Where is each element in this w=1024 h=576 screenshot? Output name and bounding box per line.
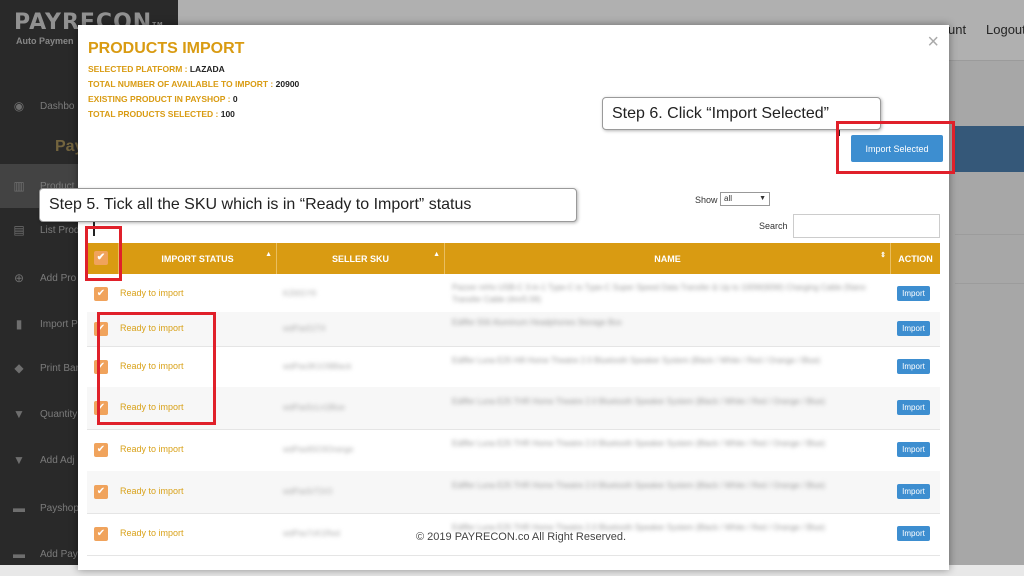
import-button[interactable]: Import xyxy=(897,400,930,415)
column-action: ACTION xyxy=(898,253,933,264)
column-import-status[interactable]: IMPORT STATUS ▲ xyxy=(119,243,277,274)
footer-copyright: © 2019 PAYRECON.co All Right Reserved. xyxy=(416,531,627,543)
product-name-text: Ediffer Luna E25 THR Home Theatre 2.0 Bl… xyxy=(452,481,826,490)
step5-callout: Step 5. Tick all the SKU which is in “Re… xyxy=(39,188,577,222)
table-row: ✔ Ready to import K2001Y9 Pazzer mHo USB-C … xyxy=(87,275,940,313)
seller-sku-text: K2001Y9 xyxy=(283,288,316,298)
import-button[interactable]: Import xyxy=(897,285,930,301)
seller-sku-text: wdPas5rT2rO xyxy=(283,487,333,496)
seller-sku-text: wdPas51T4 xyxy=(283,324,326,333)
search-label: Search xyxy=(759,221,788,231)
seller-sku-text: wdPas65O3Orange xyxy=(283,445,354,454)
chevron-down-icon: ▼ xyxy=(759,195,766,202)
sort-icon: ▲ xyxy=(265,251,272,258)
existing-product-info: EXISTING PRODUCT IN PAYSHOP : 0 xyxy=(88,94,238,104)
row-checkbox[interactable]: ✔ xyxy=(94,527,108,541)
highlight-select-all xyxy=(85,226,122,281)
import-status-text: Ready to import xyxy=(120,287,184,298)
highlight-import-selected xyxy=(836,121,955,174)
total-available-info: TOTAL NUMBER OF AVAILABLE TO IMPORT : 20… xyxy=(88,79,300,89)
import-status-text: Ready to import xyxy=(120,444,184,454)
close-icon[interactable]: × xyxy=(927,32,939,52)
table-row: ✔ Ready to import wdPas5rT2rO Ediffer Luna … xyxy=(87,471,940,514)
sort-icon: ▲ xyxy=(433,251,440,258)
table-row: ✔ Ready to import wdPas65O3Orange Ediffer L… xyxy=(87,429,940,472)
row-checkbox[interactable]: ✔ xyxy=(94,485,108,499)
import-button[interactable]: Import xyxy=(897,484,930,499)
import-status-text: Ready to import xyxy=(120,486,184,496)
search-input[interactable] xyxy=(793,214,940,238)
product-name-text: Ediffer Luna E25 THR Home Theatre 2.0 Bl… xyxy=(452,439,826,448)
highlight-ready-status xyxy=(97,312,216,425)
sort-icon: ⇕ xyxy=(880,252,886,259)
product-name-text: Ediffer Luna E25 Hifi Home Theatre 2.0 B… xyxy=(452,355,821,365)
column-name[interactable]: NAME ⇕ xyxy=(445,243,891,274)
product-name-text: Ediffer 556 Aluminum Headphones Storage … xyxy=(452,318,622,327)
row-checkbox[interactable]: ✔ xyxy=(94,443,108,457)
import-button[interactable]: Import xyxy=(897,526,930,541)
import-status-text: Ready to import xyxy=(120,528,184,538)
seller-sku-text: wdPas5cLn1Blue xyxy=(283,403,345,412)
table-header: ✔ IMPORT STATUS ▲ SELLER SKU ▲ NAME ⇕ ACTIO… xyxy=(87,243,940,274)
seller-sku-text: wdPas3K1O9Black xyxy=(283,361,352,371)
show-entries-select[interactable]: all ▼ xyxy=(720,192,770,206)
total-selected-info: TOTAL PRODUCTS SELECTED : 100 xyxy=(88,109,235,119)
row-checkbox[interactable]: ✔ xyxy=(94,286,108,301)
column-seller-sku[interactable]: SELLER SKU ▲ xyxy=(277,243,445,274)
modal-title: PRODUCTS IMPORT xyxy=(88,40,245,57)
selected-platform-info: SELECTED PLATFORM : LAZADA xyxy=(88,64,225,74)
product-name-text: Ediffer Luna E25 THR Home Theatre 2.0 Bl… xyxy=(452,397,826,406)
seller-sku-text: wdPas7cK1Red xyxy=(283,529,340,538)
show-label: Show xyxy=(695,195,718,205)
import-button[interactable]: Import xyxy=(897,321,930,336)
product-name-text: Pazzer mHo USB-C 3-in-1 Type-C to Type-C… xyxy=(452,282,866,304)
import-button[interactable]: Import xyxy=(897,358,930,374)
import-button[interactable]: Import xyxy=(897,442,930,457)
